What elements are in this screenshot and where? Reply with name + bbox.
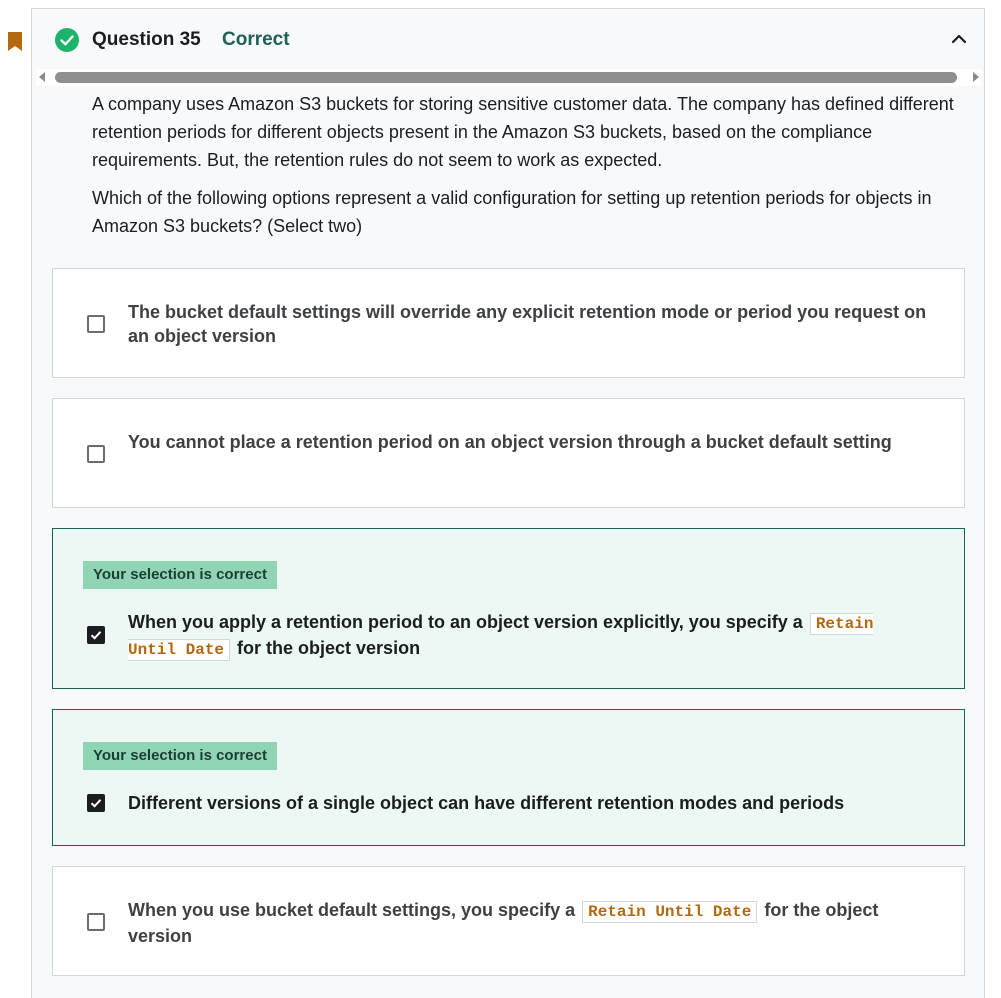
- option-text-before: When you use bucket default settings, yo…: [128, 900, 576, 920]
- scroll-left-arrow-icon[interactable]: [39, 72, 45, 82]
- correct-selection-badge: Your selection is correct: [83, 742, 277, 770]
- answer-option-correct[interactable]: Your selection is correct Different vers…: [52, 709, 965, 846]
- prompt-paragraph: A company uses Amazon S3 buckets for sto…: [92, 94, 954, 170]
- checkbox[interactable]: [87, 315, 105, 333]
- checkmark-icon: [90, 799, 102, 808]
- chevron-up-icon[interactable]: [948, 28, 970, 50]
- scrollbar-thumb[interactable]: [55, 72, 957, 83]
- question-header[interactable]: Question 35 Correct: [32, 9, 984, 71]
- option-text-before: When you apply a retention period to an …: [128, 612, 803, 632]
- checkbox-checked[interactable]: [87, 794, 105, 812]
- checkbox-checked[interactable]: [87, 626, 105, 644]
- option-text: When you apply a retention period to an …: [128, 610, 928, 662]
- checkbox[interactable]: [87, 913, 105, 931]
- answer-option[interactable]: When you use bucket default settings, yo…: [52, 866, 965, 976]
- answer-option-correct[interactable]: Your selection is correct When you apply…: [52, 528, 965, 689]
- question-prompt: A company uses Amazon S3 buckets for sto…: [92, 90, 982, 250]
- correct-selection-badge: Your selection is correct: [83, 561, 277, 589]
- answer-option[interactable]: You cannot place a retention period on a…: [52, 398, 965, 508]
- check-circle-icon: [55, 28, 79, 52]
- option-code: Retain Until Date: [582, 901, 758, 923]
- option-text: The bucket default settings will overrid…: [128, 302, 927, 346]
- option-text: When you use bucket default settings, yo…: [128, 898, 928, 948]
- option-text: Different versions of a single object ca…: [128, 793, 845, 813]
- prompt-paragraph: Which of the following options represent…: [92, 188, 932, 236]
- horizontal-scrollbar[interactable]: [36, 69, 982, 86]
- answer-option[interactable]: The bucket default settings will overrid…: [52, 268, 965, 378]
- question-title: Question 35: [92, 29, 201, 50]
- question-status: Correct: [222, 29, 290, 50]
- option-text-after: for the object version: [237, 638, 421, 658]
- scroll-right-arrow-icon[interactable]: [973, 72, 979, 82]
- checkmark-icon: [90, 631, 102, 640]
- checkbox[interactable]: [87, 445, 105, 463]
- option-text: You cannot place a retention period on a…: [128, 432, 892, 452]
- bookmark-icon[interactable]: [7, 31, 23, 52]
